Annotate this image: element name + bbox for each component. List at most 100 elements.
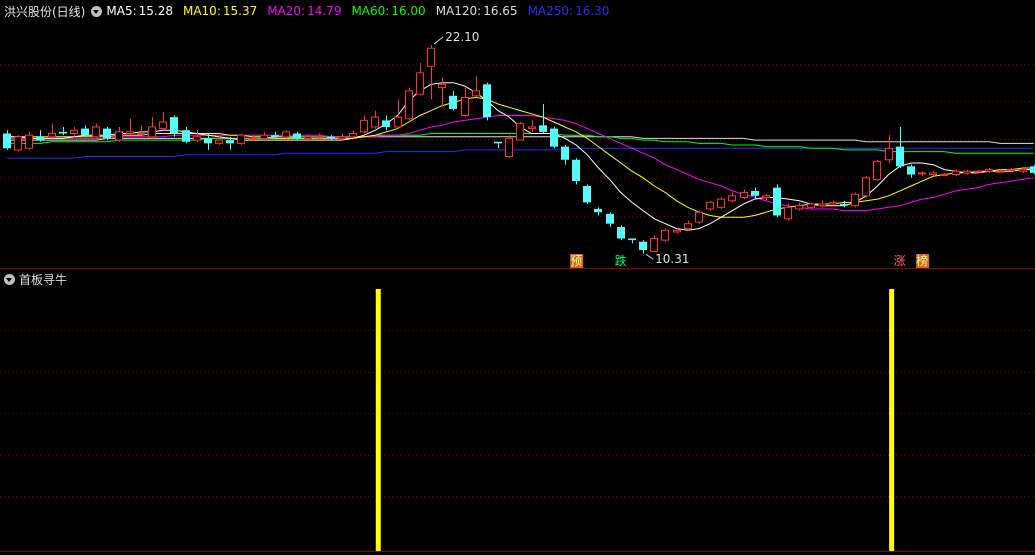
marker-text: 涨	[894, 253, 906, 268]
candle	[918, 171, 926, 177]
candle	[182, 126, 190, 144]
candle-body	[840, 204, 848, 206]
ma-legend-value: 14.79	[307, 4, 342, 18]
candle-body	[751, 190, 759, 196]
candle	[695, 210, 703, 224]
candle-body	[371, 116, 379, 128]
candle-body	[349, 133, 357, 138]
candle-body	[717, 198, 725, 208]
candle-body	[561, 146, 569, 160]
dropdown-arrow-icon[interactable]	[91, 5, 103, 17]
candle	[974, 169, 982, 173]
candle-body	[1030, 166, 1035, 173]
candle	[70, 126, 78, 137]
candle-body	[661, 229, 669, 241]
ma-legend-label: MA20:	[267, 4, 306, 18]
candle	[25, 131, 33, 150]
candle	[907, 164, 915, 178]
candle	[606, 212, 614, 227]
candle-body	[416, 72, 424, 95]
candle	[349, 130, 357, 139]
ma-legend-item: MA10: 15.37	[183, 4, 257, 18]
candle-body	[851, 193, 859, 207]
candle	[3, 130, 11, 150]
low-pointer	[645, 253, 654, 260]
candle-body	[282, 131, 290, 138]
candle	[92, 123, 100, 139]
candle	[394, 99, 402, 129]
candle-body	[461, 96, 469, 116]
candle-body	[929, 172, 937, 176]
dropdown-arrow-icon[interactable]	[4, 273, 15, 285]
candle-body	[1007, 169, 1015, 172]
candle-body	[985, 169, 993, 172]
candle-body	[338, 136, 346, 139]
candle	[550, 126, 558, 149]
candle-body	[528, 126, 536, 130]
candle	[728, 192, 736, 203]
candle	[81, 125, 89, 137]
candle	[684, 220, 692, 231]
candle-body	[829, 201, 837, 205]
stock-title[interactable]: 洪兴股份(日线)	[4, 3, 85, 20]
ma-legend-item: MA250: 16.30	[528, 4, 610, 18]
candle-body	[639, 241, 647, 250]
candle	[594, 207, 602, 216]
candle-body	[293, 133, 301, 139]
candle-body	[963, 170, 971, 174]
candle-body	[628, 238, 636, 241]
candle-body	[115, 131, 123, 141]
candle-body	[807, 203, 815, 208]
marker-text: 预	[570, 254, 582, 268]
candle-body	[795, 205, 803, 210]
candle-body	[617, 227, 625, 239]
candle	[773, 184, 781, 218]
candle	[873, 159, 881, 182]
signal-bar	[375, 289, 381, 551]
main-chart-header: 洪兴股份(日线) MA5: 15.28 MA10: 15.37 MA20: 14.79 MA…	[0, 0, 1035, 22]
candle	[416, 63, 424, 96]
ma-legend-label: MA120:	[435, 4, 482, 18]
candle	[48, 123, 56, 139]
candle	[661, 228, 669, 242]
candle-body	[226, 140, 234, 144]
candle-body	[818, 203, 826, 207]
candle-body	[695, 211, 703, 223]
candle-body	[673, 229, 681, 233]
candle	[14, 135, 22, 152]
candle-body	[81, 128, 89, 136]
candle-body	[974, 170, 982, 173]
stock-chart-window: 22.10 10.31 预跌涨榜 洪兴股份(日线) MA5: 15.28 MA10: 1…	[0, 0, 1035, 555]
candle-body	[449, 95, 457, 109]
candle	[249, 135, 257, 141]
candle	[405, 87, 413, 121]
candle	[237, 133, 245, 145]
marker-涨: 涨	[894, 253, 906, 268]
candle-body	[382, 120, 390, 127]
candle-body	[740, 192, 748, 198]
candle-body	[505, 137, 513, 157]
ma-legend-value: 16.65	[483, 4, 518, 18]
candle	[896, 126, 904, 168]
marker-榜: 榜	[916, 253, 930, 268]
candle	[148, 117, 156, 139]
candle-body	[427, 47, 435, 67]
candle	[461, 87, 469, 118]
candle-body	[260, 134, 268, 139]
candle	[840, 200, 848, 208]
candle-body	[193, 136, 201, 141]
candle	[59, 126, 67, 136]
candle-body	[550, 128, 558, 147]
marker-预: 预	[570, 254, 584, 268]
candle	[103, 126, 111, 141]
ma-legend-label: MA60:	[351, 4, 390, 18]
candle-body	[126, 131, 134, 135]
candle	[818, 200, 826, 208]
indicator-title[interactable]: 首板寻牛	[19, 271, 67, 288]
high-price-label: 22.10	[445, 30, 479, 44]
candle-body	[92, 126, 100, 138]
candle	[449, 90, 457, 111]
candle	[650, 235, 658, 253]
candle	[126, 118, 134, 136]
chart-canvas: 22.10 10.31 预 跌 涨榜	[0, 30, 1035, 552]
